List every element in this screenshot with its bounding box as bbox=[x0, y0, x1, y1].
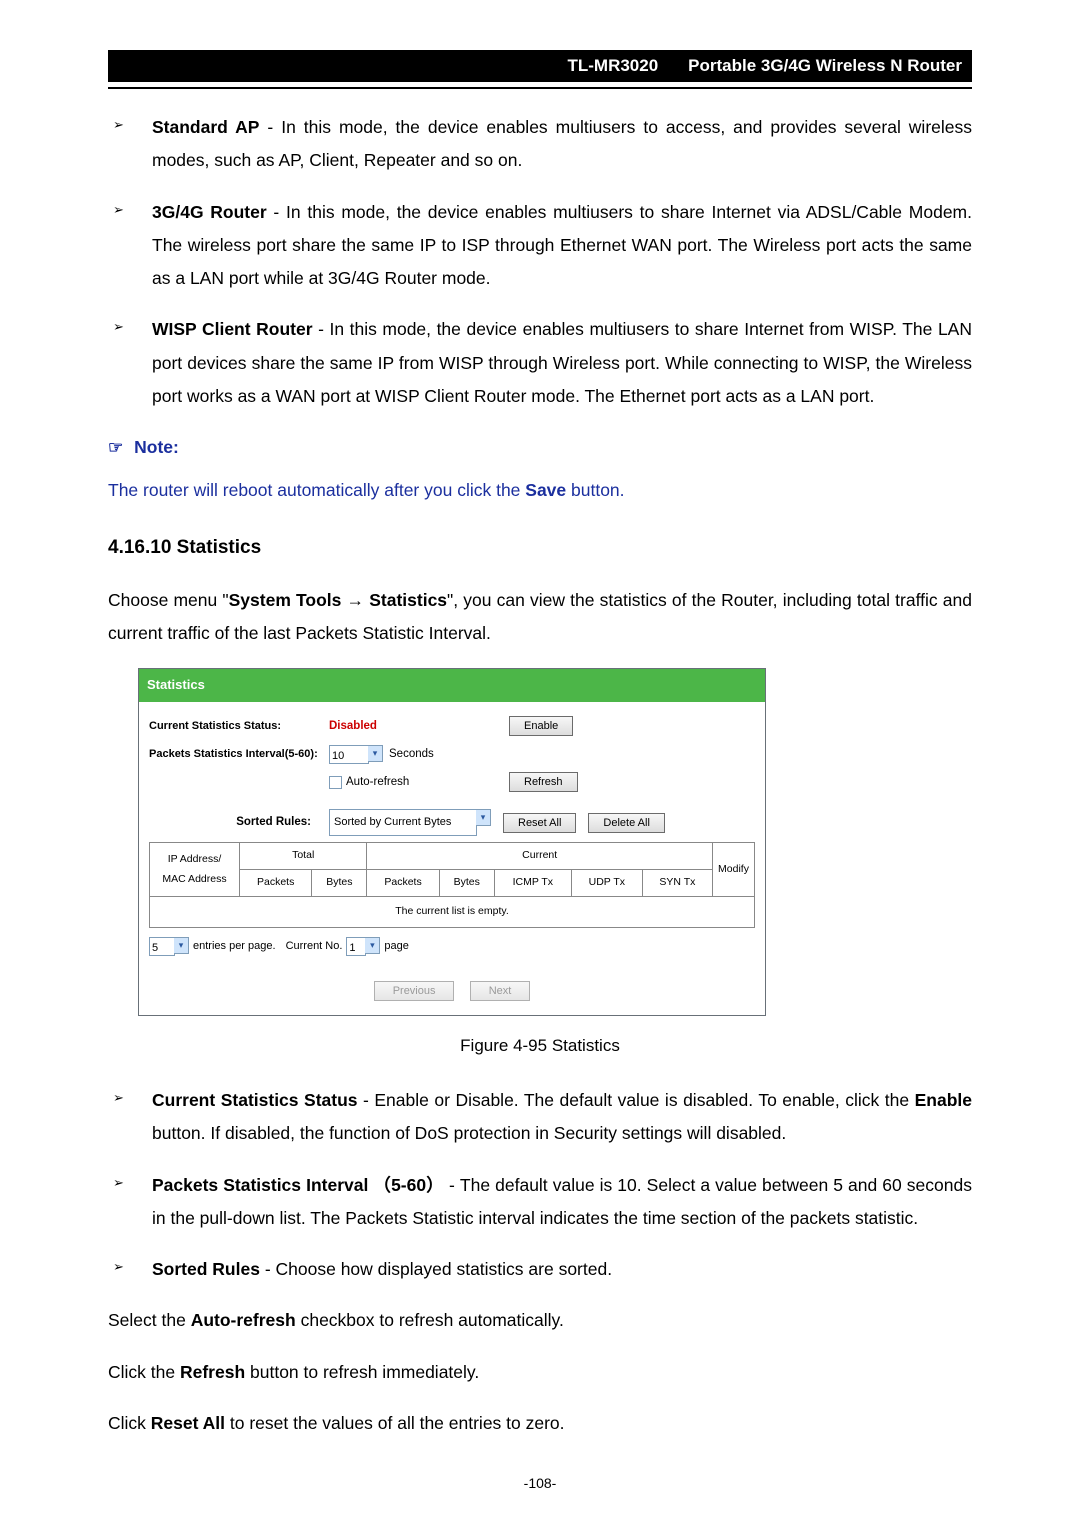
note-heading: ☞ Note: bbox=[108, 431, 972, 464]
def-current-stats-status: ➢ Current Statistics Status - Enable or … bbox=[108, 1084, 972, 1151]
th-cur-bytes: Bytes bbox=[439, 870, 494, 897]
page-label: page bbox=[384, 936, 408, 957]
current-no-label: Current No. bbox=[286, 936, 343, 957]
bullet-arrow-icon: ➢ bbox=[113, 198, 124, 223]
pager-row: 5▾ entries per page. Current No. 1▾ page bbox=[149, 936, 755, 957]
mode-name: Standard AP bbox=[152, 117, 259, 137]
th-cur-packets: Packets bbox=[367, 870, 439, 897]
th-total-bytes: Bytes bbox=[312, 870, 367, 897]
chevron-down-icon[interactable]: ▾ bbox=[174, 937, 189, 954]
p-auto-refresh: Select the Auto-refresh checkbox to refr… bbox=[108, 1304, 972, 1337]
bullet-arrow-icon: ➢ bbox=[113, 1086, 124, 1111]
th-udp: UDP Tx bbox=[571, 870, 642, 897]
mode-list: ➢ Standard AP - In this mode, the device… bbox=[108, 111, 972, 413]
refresh-button[interactable]: Refresh bbox=[509, 772, 578, 792]
delete-all-button[interactable]: Delete All bbox=[588, 813, 664, 833]
empty-list-text: The current list is empty. bbox=[150, 897, 755, 928]
auto-refresh-label: Auto-refresh bbox=[346, 772, 409, 794]
entries-per-page-select[interactable]: 5 bbox=[149, 937, 175, 956]
def-sorted-rules: ➢ Sorted Rules - Choose how displayed st… bbox=[108, 1253, 972, 1286]
enable-button[interactable]: Enable bbox=[509, 716, 573, 736]
definitions-list: ➢ Current Statistics Status - Enable or … bbox=[108, 1084, 972, 1286]
p-reset-all: Click Reset All to reset the values of a… bbox=[108, 1407, 972, 1440]
note-body: The router will reboot automatically aft… bbox=[108, 474, 972, 507]
panel-title: Statistics bbox=[139, 669, 765, 702]
bullet-arrow-icon: ➢ bbox=[113, 315, 124, 340]
note-label: Note: bbox=[134, 437, 179, 457]
entries-per-page-label: entries per page. bbox=[193, 936, 276, 957]
bullet-arrow-icon: ➢ bbox=[113, 1255, 124, 1280]
sorted-rules-label: Sorted Rules: bbox=[149, 812, 329, 834]
section-heading: 4.16.10 Statistics bbox=[108, 530, 972, 566]
next-button[interactable]: Next bbox=[470, 981, 531, 1001]
mode-wisp: ➢ WISP Client Router - In this mode, the… bbox=[108, 313, 972, 413]
interval-label: Packets Statistics Interval(5-60): bbox=[149, 744, 329, 765]
th-ip-mac: IP Address/ MAC Address bbox=[150, 843, 240, 897]
interval-unit: Seconds bbox=[389, 744, 434, 766]
chevron-down-icon[interactable]: ▾ bbox=[476, 809, 491, 826]
def-packets-interval: ➢ Packets Statistics Interval （5-60） - T… bbox=[108, 1169, 972, 1236]
doc-header: TL-MR3020 Portable 3G/4G Wireless N Rout… bbox=[108, 50, 972, 82]
chevron-down-icon[interactable]: ▾ bbox=[368, 745, 383, 762]
interval-select[interactable]: 10 bbox=[329, 745, 369, 764]
auto-refresh-checkbox[interactable] bbox=[329, 776, 342, 789]
mode-standard-ap: ➢ Standard AP - In this mode, the device… bbox=[108, 111, 972, 178]
page-number: -108- bbox=[108, 1470, 972, 1497]
sorted-rules-select[interactable]: Sorted by Current Bytes bbox=[329, 809, 477, 836]
bullet-arrow-icon: ➢ bbox=[113, 113, 124, 138]
mode-name: 3G/4G Router bbox=[152, 202, 267, 222]
current-status-value: Disabled bbox=[329, 716, 509, 738]
th-modify: Modify bbox=[713, 843, 755, 897]
statistics-screenshot: Statistics Current Statistics Status: Di… bbox=[138, 668, 766, 1016]
th-icmp: ICMP Tx bbox=[494, 870, 571, 897]
pointing-hand-icon: ☞ bbox=[108, 438, 123, 457]
model-label: TL-MR3020 bbox=[567, 56, 658, 76]
bullet-arrow-icon: ➢ bbox=[113, 1171, 124, 1196]
p-refresh: Click the Refresh button to refresh imme… bbox=[108, 1356, 972, 1389]
figure-caption: Figure 4-95 Statistics bbox=[108, 1030, 972, 1062]
th-total: Total bbox=[240, 843, 367, 870]
reset-all-button[interactable]: Reset All bbox=[503, 813, 576, 833]
chevron-down-icon[interactable]: ▾ bbox=[365, 937, 380, 954]
current-no-select[interactable]: 1 bbox=[346, 937, 366, 956]
current-status-label: Current Statistics Status: bbox=[149, 716, 329, 737]
mode-3g4g: ➢ 3G/4G Router - In this mode, the devic… bbox=[108, 196, 972, 296]
mode-name: WISP Client Router bbox=[152, 319, 313, 339]
th-total-packets: Packets bbox=[240, 870, 312, 897]
th-syn: SYN Tx bbox=[642, 870, 712, 897]
section-intro: Choose menu "System Tools → Statistics",… bbox=[108, 584, 972, 651]
product-title: Portable 3G/4G Wireless N Router bbox=[688, 56, 962, 76]
previous-button[interactable]: Previous bbox=[374, 981, 455, 1001]
statistics-table: IP Address/ MAC Address Total Current Mo… bbox=[149, 842, 755, 928]
th-current: Current bbox=[367, 843, 713, 870]
header-rule bbox=[108, 86, 972, 89]
